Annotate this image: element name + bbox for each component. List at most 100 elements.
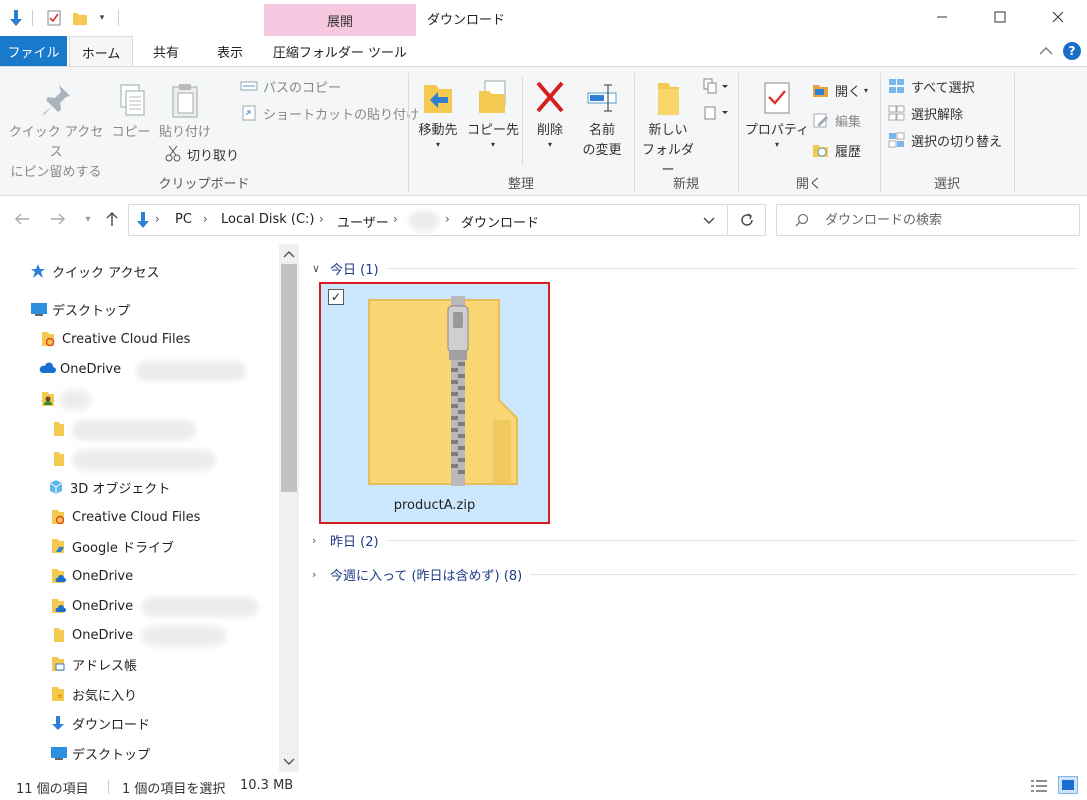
- cut-button[interactable]: 切り取り: [164, 143, 239, 165]
- selection-count: 1 個の項目を選択: [122, 782, 226, 797]
- new-folder-button[interactable]: 新しい フォルダー: [638, 79, 698, 181]
- scroll-down-chevron-icon[interactable]: [283, 756, 295, 771]
- close-button[interactable]: [1029, 0, 1087, 34]
- folder-icon: [50, 421, 66, 437]
- nav-item-creative-cloud-files[interactable]: Creative Cloud Files: [40, 328, 190, 350]
- tab-view[interactable]: 表示: [199, 36, 261, 66]
- edit-button[interactable]: 編集: [812, 109, 861, 131]
- move-to-button[interactable]: 移動先 ▾: [412, 79, 464, 149]
- history-label: 履歴: [835, 144, 862, 160]
- collapse-ribbon-chevron-icon[interactable]: [1037, 42, 1055, 60]
- tab-home[interactable]: ホーム: [69, 36, 133, 67]
- nav-item-redacted-folder[interactable]: [50, 418, 72, 440]
- search-input[interactable]: [823, 211, 1063, 229]
- selection-size: 10.3 MB: [240, 778, 294, 793]
- redacted-account: [142, 626, 226, 646]
- scrollbar-thumb[interactable]: [281, 264, 297, 492]
- select-all-button[interactable]: すべて選択: [888, 75, 975, 97]
- recent-locations-chevron-icon[interactable]: ▾: [78, 209, 98, 229]
- rename-icon: [584, 79, 620, 117]
- history-button[interactable]: 履歴: [812, 139, 861, 161]
- pin-to-quick-access-button[interactable]: クイック アクセス にピン留めする: [6, 81, 106, 183]
- breadcrumb-users[interactable]: ユーザー: [337, 212, 389, 231]
- delete-x-icon: [532, 79, 568, 117]
- open-button[interactable]: 開く ▾: [812, 79, 868, 101]
- tab-compressed-folder-tools[interactable]: 圧縮フォルダー ツール: [264, 36, 416, 66]
- customize-quick-access-chevron-icon[interactable]: ▾: [94, 8, 110, 28]
- nav-item-label: クイック アクセス: [52, 265, 160, 281]
- download-arrow-icon[interactable]: [6, 8, 26, 28]
- properties-quick-icon[interactable]: [44, 8, 64, 28]
- invert-selection-label: 選択の切り替え: [911, 134, 1003, 150]
- copy-to-button[interactable]: コピー先 ▾: [466, 79, 520, 149]
- easy-access-dropdown[interactable]: [702, 103, 732, 123]
- breadcrumb-local-disk[interactable]: Local Disk (C:): [221, 212, 314, 227]
- nav-item-onedrive-folder-2[interactable]: OneDrive: [50, 595, 133, 617]
- nav-pane-scrollbar[interactable]: [279, 244, 299, 772]
- move-to-dropdown-icon: ▾: [435, 140, 440, 149]
- search-icon: [795, 213, 809, 231]
- copy-button[interactable]: コピー: [110, 81, 152, 143]
- copy-to-label: コピー先: [466, 123, 519, 138]
- nav-item-redacted-folder[interactable]: [50, 448, 72, 470]
- nav-item-onedrive-folder-3[interactable]: OneDrive: [50, 624, 133, 646]
- nav-item-label: OneDrive: [72, 568, 134, 584]
- scroll-up-chevron-icon[interactable]: [283, 248, 295, 263]
- nav-item-desktop-2[interactable]: デスクトップ: [50, 742, 150, 764]
- group-header-today[interactable]: ∨ 今日 (1): [312, 258, 1077, 278]
- tab-share[interactable]: 共有: [135, 36, 197, 66]
- refresh-button[interactable]: [728, 204, 766, 236]
- nav-item-creative-cloud-files-2[interactable]: Creative Cloud Files: [50, 506, 200, 528]
- paste-shortcut-button[interactable]: ショートカットの貼り付け: [240, 102, 419, 124]
- file-checkbox[interactable]: ✓: [328, 289, 344, 305]
- nav-item-onedrive[interactable]: OneDrive: [38, 358, 121, 380]
- new-item-dropdown[interactable]: [702, 77, 732, 97]
- group-header-this-week[interactable]: › 今週に入って (昨日は含めず) (8): [312, 564, 1077, 584]
- properties-button[interactable]: プロパティ ▾: [744, 79, 810, 149]
- forward-arrow-icon[interactable]: [48, 209, 68, 229]
- paste-button[interactable]: 貼り付け: [158, 81, 212, 143]
- maximize-button[interactable]: [971, 0, 1029, 34]
- breadcrumb-chevron-icon[interactable]: ›: [393, 212, 398, 226]
- address-history-chevron-icon[interactable]: [703, 214, 715, 230]
- rename-label-line2: の変更: [582, 143, 622, 158]
- edit-label: 編集: [835, 114, 862, 130]
- breadcrumb-downloads[interactable]: ダウンロード: [461, 212, 539, 231]
- help-icon[interactable]: ?: [1063, 42, 1081, 60]
- back-arrow-icon[interactable]: [12, 209, 32, 229]
- rename-button[interactable]: 名前 の変更: [576, 79, 628, 161]
- breadcrumb-chevron-icon[interactable]: ›: [155, 212, 160, 226]
- minimize-button[interactable]: [913, 0, 971, 34]
- breadcrumb-chevron-icon[interactable]: ›: [319, 212, 324, 226]
- invert-selection-button[interactable]: 選択の切り替え: [888, 129, 1002, 151]
- file-item-productA-zip[interactable]: ✓ productA.zip: [319, 282, 550, 524]
- group-header-yesterday[interactable]: › 昨日 (2): [312, 530, 1077, 550]
- paste-clipboard-icon: [167, 81, 203, 119]
- copy-path-button[interactable]: パスのコピー: [240, 75, 341, 97]
- breadcrumb-chevron-icon[interactable]: ›: [203, 212, 208, 226]
- breadcrumb-pc[interactable]: PC: [175, 212, 192, 227]
- refresh-icon: [740, 213, 753, 226]
- nav-item-contacts[interactable]: アドレス帳: [50, 653, 137, 675]
- nav-item-user-folder[interactable]: [40, 388, 62, 410]
- nav-item-google-drive[interactable]: Google ドライブ: [50, 535, 174, 557]
- nav-item-label: ダウンロード: [72, 717, 151, 733]
- nav-item-3d-objects[interactable]: 3D オブジェクト: [48, 476, 170, 498]
- new-folder-quick-icon[interactable]: [70, 8, 90, 28]
- copy-to-folder-icon: [475, 79, 511, 117]
- tab-file[interactable]: ファイル: [0, 36, 67, 66]
- search-box[interactable]: [776, 204, 1080, 236]
- address-bar[interactable]: › PC › Local Disk (C:) › ユーザー › › ダウンロード: [128, 204, 728, 236]
- nav-item-desktop[interactable]: デスクトップ: [30, 298, 130, 320]
- select-none-button[interactable]: 選択解除: [888, 102, 963, 124]
- nav-item-downloads[interactable]: ダウンロード: [50, 712, 150, 734]
- nav-item-favorites[interactable]: お気に入り: [50, 683, 137, 705]
- up-arrow-icon[interactable]: [102, 209, 122, 229]
- nav-item-quick-access[interactable]: クイック アクセス: [30, 260, 159, 282]
- details-view-icon[interactable]: [1030, 778, 1048, 794]
- breadcrumb-chevron-icon[interactable]: ›: [445, 212, 450, 226]
- cut-label: 切り取り: [187, 148, 240, 164]
- nav-item-onedrive-folder[interactable]: OneDrive: [50, 565, 133, 587]
- large-icons-view-icon[interactable]: [1058, 776, 1078, 794]
- delete-button[interactable]: 削除 ▾: [528, 79, 572, 149]
